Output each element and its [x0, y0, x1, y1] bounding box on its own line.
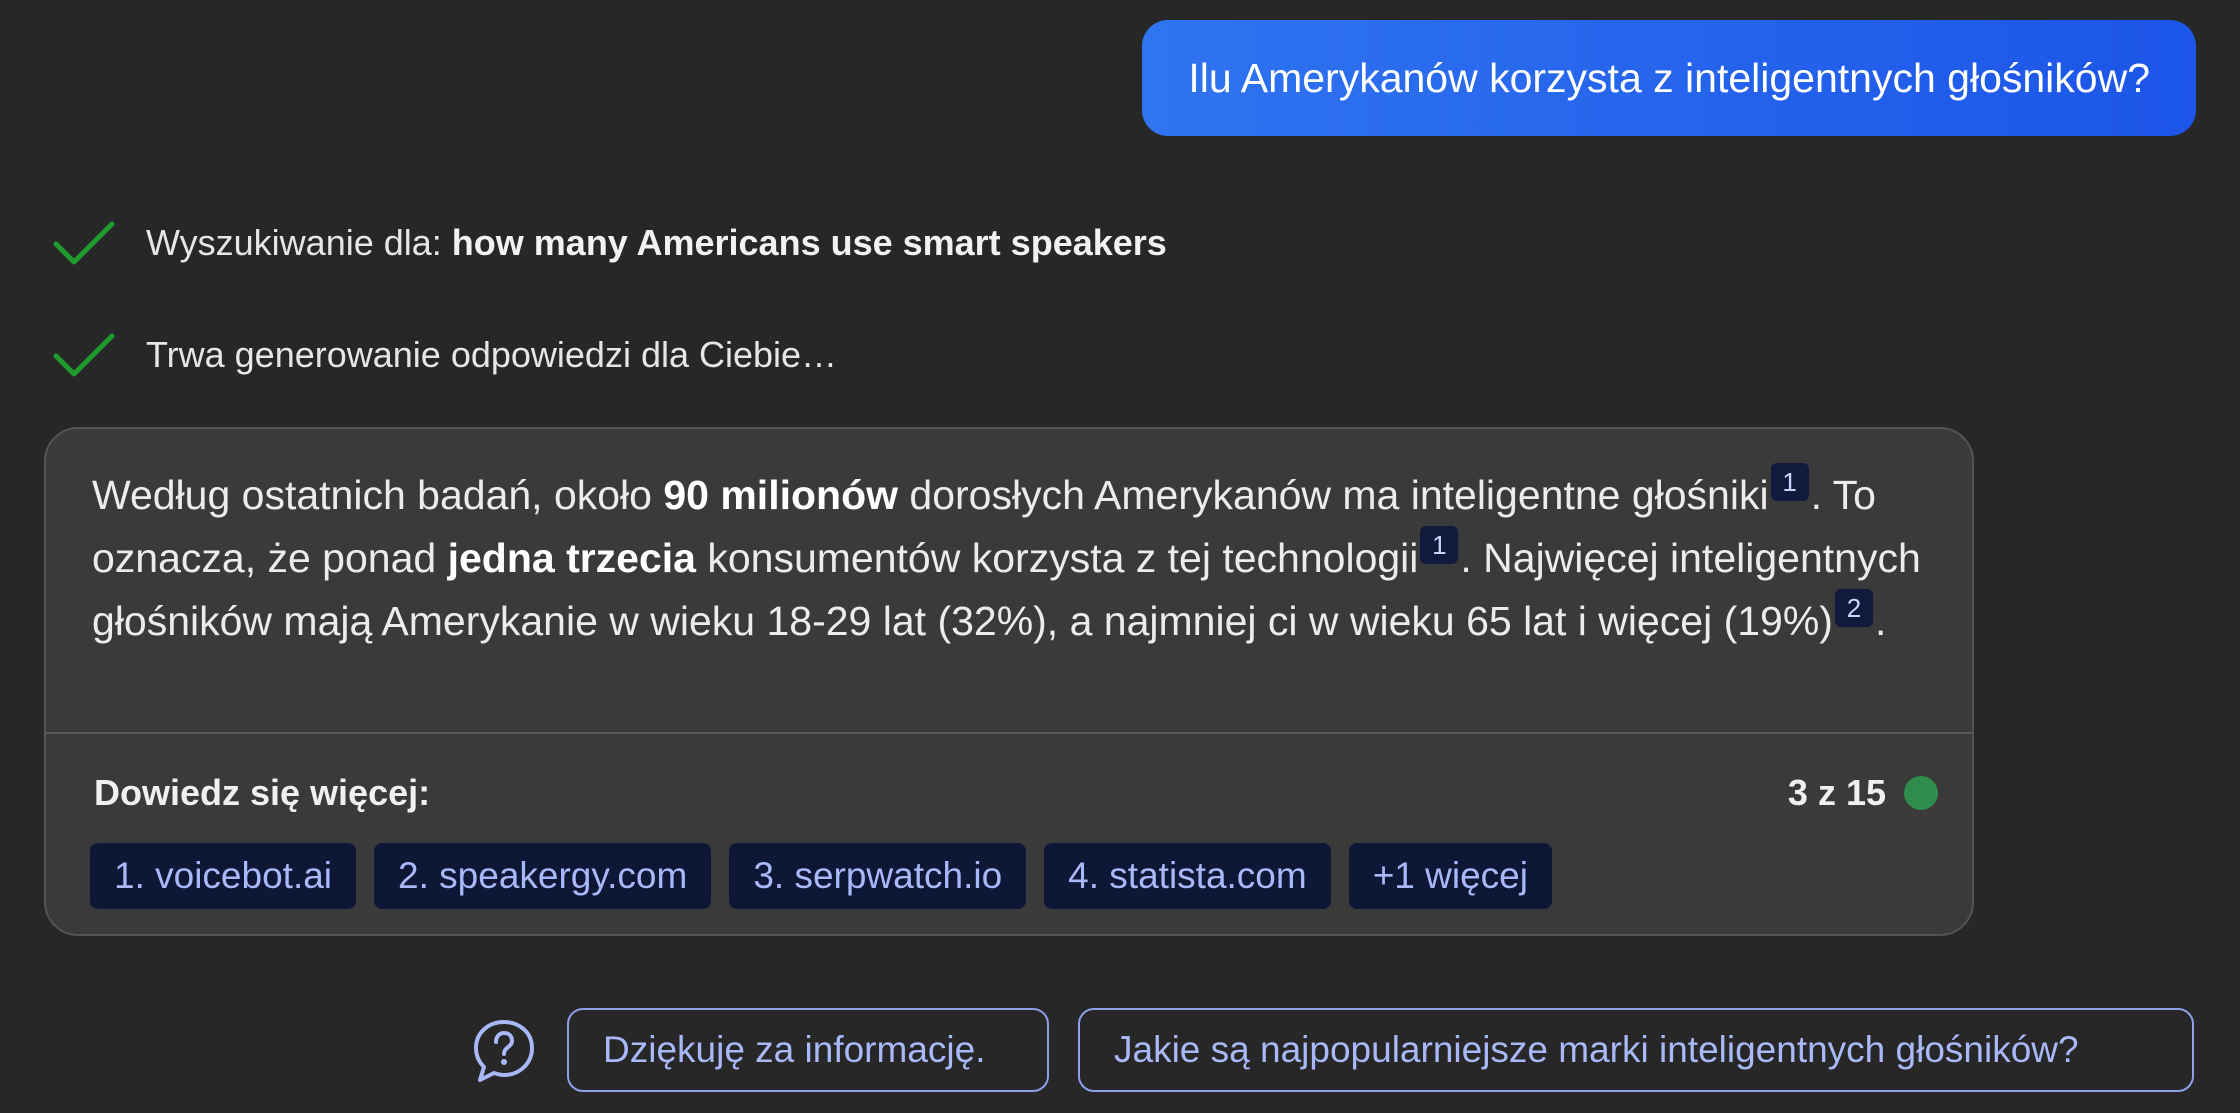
- check-icon: [53, 333, 115, 377]
- search-status-prefix: Wyszukiwanie dla:: [146, 222, 452, 263]
- answer-highlight: jedna trzecia: [447, 535, 696, 581]
- user-message-bubble: Ilu Amerykanów korzysta z inteligentnych…: [1142, 20, 2196, 136]
- answer-segment: Według ostatnich badań, około: [92, 472, 664, 518]
- learn-more-label: Dowiedz się więcej:: [94, 772, 431, 813]
- chat-page: Ilu Amerykanów korzysta z inteligentnych…: [0, 0, 2240, 1113]
- answer-segment: dorosłych Amerykanów ma inteligentne gło…: [898, 472, 1769, 518]
- source-link-serpwatch[interactable]: 3. serpwatch.io: [729, 843, 1027, 909]
- answer-segment: konsumentów korzysta z tej technologii: [695, 535, 1419, 581]
- citation-2[interactable]: 2: [1834, 589, 1873, 627]
- user-message-text: Ilu Amerykanów korzysta z inteligentnych…: [1188, 54, 2150, 101]
- source-link-statista[interactable]: 4. statista.com: [1044, 843, 1331, 909]
- response-count: 3 z 15: [1788, 772, 1938, 814]
- answer-text: Według ostatnich badań, około 90 milionó…: [46, 429, 1972, 729]
- source-link-speakergy[interactable]: 2. speakergy.com: [374, 843, 712, 909]
- answer-card: Według ostatnich badań, około 90 milionó…: [44, 427, 1974, 936]
- more-sources-button[interactable]: +1 więcej: [1348, 843, 1552, 909]
- search-query: how many Americans use smart speakers: [451, 222, 1167, 263]
- check-icon: [53, 221, 115, 265]
- source-link-voicebot[interactable]: 1. voicebot.ai: [90, 843, 357, 909]
- answer-segment: .: [1874, 598, 1887, 644]
- suggestion-thanks-button[interactable]: Dziękuję za informację.: [567, 1008, 1049, 1092]
- generating-status: Trwa generowanie odpowiedzi dla Ciebie…: [52, 330, 837, 380]
- card-divider: [46, 732, 1972, 734]
- citation-1[interactable]: 1: [1770, 463, 1809, 501]
- source-links: 1. voicebot.ai 2. speakergy.com 3. serpw…: [90, 843, 1552, 909]
- status-dot-icon: [1904, 776, 1938, 810]
- search-status: Wyszukiwanie dla: how many Americans use…: [52, 218, 1167, 268]
- answer-highlight: 90 milionów: [663, 472, 899, 518]
- help-bubble-icon[interactable]: [472, 1018, 536, 1084]
- suggestion-brands-button[interactable]: Jakie są najpopularniejsze marki intelig…: [1078, 1008, 2194, 1092]
- generating-status-text: Trwa generowanie odpowiedzi dla Ciebie…: [146, 334, 838, 375]
- response-count-text: 3 z 15: [1787, 772, 1886, 813]
- citation-1[interactable]: 1: [1420, 526, 1459, 564]
